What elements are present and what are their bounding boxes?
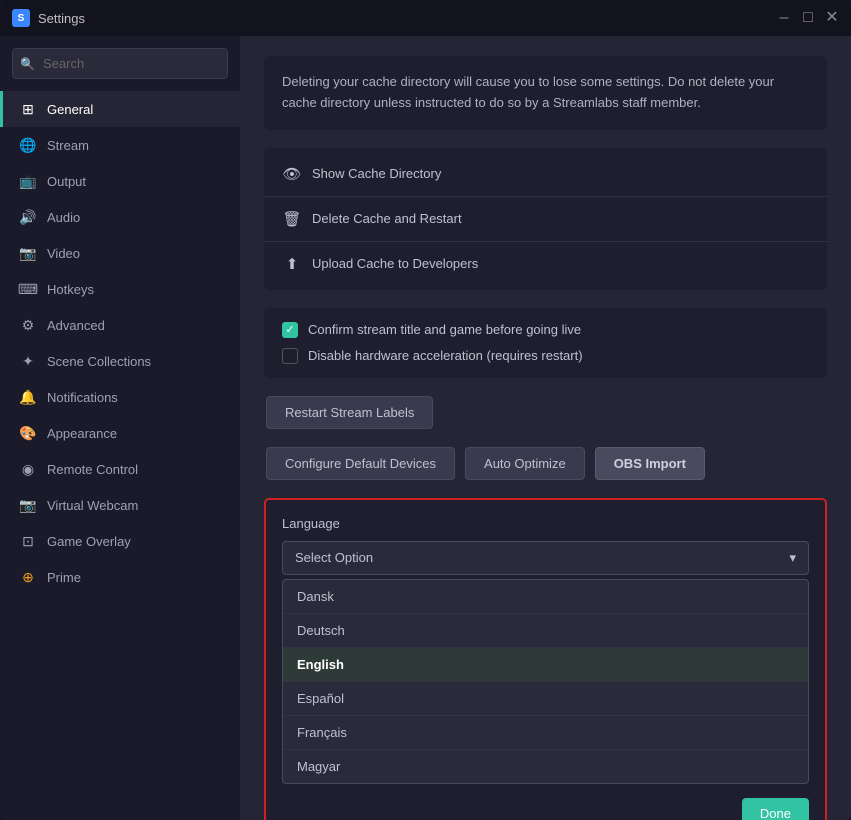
eye-icon: 👁 (282, 165, 302, 183)
disable-hw-row[interactable]: Disable hardware acceleration (requires … (282, 348, 809, 364)
sidebar: 🔍 ⊞ General 🌐 Stream 📺 Output 🔊 Audio 📷 (0, 36, 240, 820)
language-option-deutsch[interactable]: Deutsch (283, 614, 808, 648)
video-icon: 📷 (19, 244, 37, 262)
upload-cache-button[interactable]: ⬆ Upload Cache to Developers (264, 246, 827, 282)
minimize-button[interactable]: – (777, 11, 791, 25)
sidebar-item-label: Stream (47, 138, 89, 153)
divider (264, 241, 827, 242)
sidebar-item-label: Hotkeys (47, 282, 94, 297)
sidebar-item-label: Virtual Webcam (47, 498, 138, 513)
language-section: Language Select Option ▾ Dansk Deutsch E… (264, 498, 827, 820)
virtual-webcam-icon: 📷 (19, 496, 37, 514)
sidebar-item-label: Notifications (47, 390, 118, 405)
notifications-icon: 🔔 (19, 388, 37, 406)
sidebar-item-label: Output (47, 174, 86, 189)
divider (264, 196, 827, 197)
search-box: 🔍 (12, 48, 228, 79)
sidebar-item-virtual-webcam[interactable]: 📷 Virtual Webcam (0, 487, 240, 523)
sidebar-item-label: Audio (47, 210, 80, 225)
sidebar-item-stream[interactable]: 🌐 Stream (0, 127, 240, 163)
sidebar-item-output[interactable]: 📺 Output (0, 163, 240, 199)
prime-icon: ⊕ (19, 568, 37, 586)
sidebar-item-audio[interactable]: 🔊 Audio (0, 199, 240, 235)
sidebar-item-general[interactable]: ⊞ General (0, 91, 240, 127)
sidebar-item-label: Prime (47, 570, 81, 585)
chevron-down-icon: ▾ (789, 550, 796, 566)
titlebar: S Settings – □ ✕ (0, 0, 851, 36)
sidebar-item-prime[interactable]: ⊕ Prime (0, 559, 240, 595)
language-label: Language (282, 516, 809, 531)
disable-hw-checkbox[interactable] (282, 348, 298, 364)
sidebar-item-label: Scene Collections (47, 354, 151, 369)
delete-cache-label: Delete Cache and Restart (312, 211, 462, 226)
select-option-text: Select Option (295, 550, 373, 565)
delete-cache-button[interactable]: 🗑 Delete Cache and Restart (264, 201, 827, 237)
sidebar-item-label: Appearance (47, 426, 117, 441)
restart-row: Restart Stream Labels (264, 396, 827, 429)
bottom-buttons-row: Configure Default Devices Auto Optimize … (264, 447, 827, 480)
language-option-english[interactable]: English (283, 648, 808, 682)
stream-icon: 🌐 (19, 136, 37, 154)
game-overlay-icon: ⊡ (19, 532, 37, 550)
cache-actions-panel: 👁 Show Cache Directory 🗑 Delete Cache an… (264, 148, 827, 290)
show-cache-label: Show Cache Directory (312, 166, 441, 181)
sidebar-item-scene-collections[interactable]: ✦ Scene Collections (0, 343, 240, 379)
sidebar-item-video[interactable]: 📷 Video (0, 235, 240, 271)
language-dropdown: Dansk Deutsch English Español Français M… (282, 579, 809, 784)
sidebar-item-advanced[interactable]: ⚙ Advanced (0, 307, 240, 343)
trash-icon: 🗑 (282, 210, 302, 228)
window-controls: – □ ✕ (777, 11, 839, 25)
options-box: ✓ Confirm stream title and game before g… (264, 308, 827, 378)
maximize-button[interactable]: □ (801, 11, 815, 25)
app-icon: S (12, 9, 30, 27)
window-title: Settings (38, 11, 777, 26)
scene-collections-icon: ✦ (19, 352, 37, 370)
sidebar-item-label: Remote Control (47, 462, 138, 477)
disable-hw-label: Disable hardware acceleration (requires … (308, 348, 583, 363)
obs-import-button[interactable]: OBS Import (595, 447, 705, 480)
info-box: Deleting your cache directory will cause… (264, 56, 827, 130)
search-input[interactable] (12, 48, 228, 79)
confirm-stream-label: Confirm stream title and game before goi… (308, 322, 581, 337)
language-option-francais[interactable]: Français (283, 716, 808, 750)
language-option-magyar[interactable]: Magyar (283, 750, 808, 783)
audio-icon: 🔊 (19, 208, 37, 226)
sidebar-item-game-overlay[interactable]: ⊡ Game Overlay (0, 523, 240, 559)
upload-cache-label: Upload Cache to Developers (312, 256, 478, 271)
sidebar-item-label: General (47, 102, 93, 117)
language-option-espanol[interactable]: Español (283, 682, 808, 716)
upload-icon: ⬆ (282, 255, 302, 273)
hotkeys-icon: ⌨ (19, 280, 37, 298)
remote-control-icon: ◉ (19, 460, 37, 478)
language-option-dansk[interactable]: Dansk (283, 580, 808, 614)
sidebar-item-remote-control[interactable]: ◉ Remote Control (0, 451, 240, 487)
content-area: Deleting your cache directory will cause… (240, 36, 851, 820)
sidebar-item-hotkeys[interactable]: ⌨ Hotkeys (0, 271, 240, 307)
main-layout: 🔍 ⊞ General 🌐 Stream 📺 Output 🔊 Audio 📷 (0, 36, 851, 820)
auto-optimize-button[interactable]: Auto Optimize (465, 447, 585, 480)
show-cache-button[interactable]: 👁 Show Cache Directory (264, 156, 827, 192)
restart-stream-labels-button[interactable]: Restart Stream Labels (266, 396, 433, 429)
sidebar-item-label: Video (47, 246, 80, 261)
appearance-icon: 🎨 (19, 424, 37, 442)
sidebar-item-appearance[interactable]: 🎨 Appearance (0, 415, 240, 451)
general-icon: ⊞ (19, 100, 37, 118)
sidebar-item-label: Game Overlay (47, 534, 131, 549)
sidebar-item-label: Advanced (47, 318, 105, 333)
configure-default-devices-button[interactable]: Configure Default Devices (266, 447, 455, 480)
close-button[interactable]: ✕ (825, 11, 839, 25)
done-button[interactable]: Done (742, 798, 809, 820)
language-select[interactable]: Select Option ▾ (282, 541, 809, 575)
confirm-stream-row[interactable]: ✓ Confirm stream title and game before g… (282, 322, 809, 338)
sidebar-item-notifications[interactable]: 🔔 Notifications (0, 379, 240, 415)
done-row: Done (282, 798, 809, 820)
settings-window: S Settings – □ ✕ 🔍 ⊞ General 🌐 Stream (0, 0, 851, 820)
confirm-stream-checkbox[interactable]: ✓ (282, 322, 298, 338)
output-icon: 📺 (19, 172, 37, 190)
search-icon: 🔍 (20, 57, 35, 71)
info-text: Deleting your cache directory will cause… (282, 74, 774, 110)
advanced-icon: ⚙ (19, 316, 37, 334)
